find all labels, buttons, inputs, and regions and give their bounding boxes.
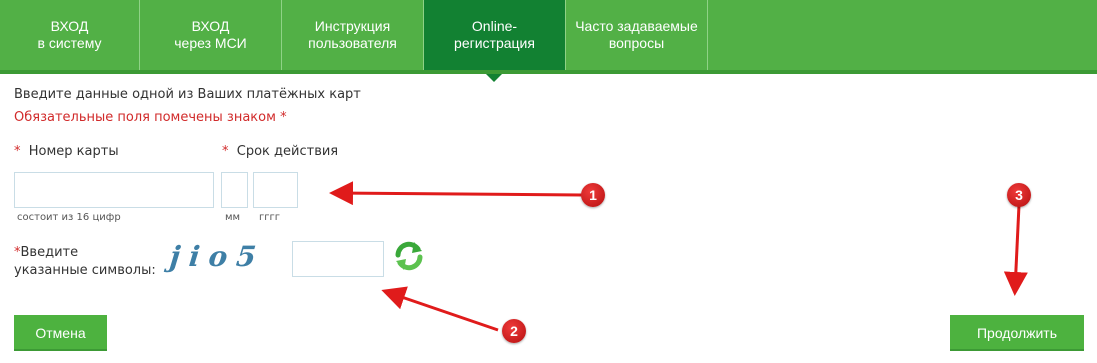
expiry-month-input[interactable] <box>221 172 248 208</box>
captcha-image: jio5 <box>168 240 267 273</box>
expiry-year-input[interactable] <box>253 172 298 208</box>
tab-login-msi-label: ВХОД через МСИ <box>174 18 247 51</box>
active-tab-pointer <box>486 74 502 82</box>
tab-user-guide[interactable]: Инструкция пользователя <box>282 0 424 70</box>
captcha-label-line1: Введите <box>20 245 79 260</box>
required-note-text: Обязательные поля помечены знаком <box>14 110 276 125</box>
arrow-3 <box>1003 204 1028 296</box>
arrow-2 <box>381 286 499 332</box>
expiry-label: * Срок действия <box>222 144 338 159</box>
refresh-icon[interactable] <box>392 239 426 273</box>
card-number-hint: состоит из 16 цифр <box>17 212 121 223</box>
card-number-label-text: Номер карты <box>28 144 119 159</box>
tab-login[interactable]: ВХОД в систему <box>0 0 140 70</box>
captcha-input[interactable] <box>292 241 384 277</box>
annotation-marker-1: 1 <box>581 183 605 207</box>
continue-button[interactable]: Продолжить <box>950 315 1084 351</box>
card-number-input[interactable] <box>14 172 214 208</box>
annotation-marker-2: 2 <box>502 319 526 343</box>
tab-online-registration[interactable]: Online- регистрация <box>424 0 566 70</box>
required-mark: * <box>280 110 287 125</box>
expiry-label-text: Срок действия <box>236 144 339 159</box>
tab-online-registration-label: Online- регистрация <box>454 18 535 51</box>
tab-faq-label: Часто задаваемые вопросы <box>575 18 698 51</box>
expiry-year-hint: гггг <box>259 212 281 223</box>
tab-user-guide-label: Инструкция пользователя <box>308 18 397 51</box>
required-fields-note: Обязательные поля помечены знаком * <box>14 110 287 125</box>
required-mark: * <box>222 144 229 159</box>
top-navigation: ВХОД в систему ВХОД через МСИ Инструкция… <box>0 0 1097 74</box>
required-mark: * <box>14 144 21 159</box>
captcha-label-line2: указанные символы: <box>14 263 156 278</box>
tab-faq[interactable]: Часто задаваемые вопросы <box>566 0 708 70</box>
captcha-label: *Введите указанные символы: <box>14 244 156 280</box>
expiry-month-hint: мм <box>225 212 241 223</box>
form-intro-text: Введите данные одной из Ваших платёжных … <box>14 87 361 102</box>
tab-login-label: ВХОД в систему <box>37 18 102 51</box>
tab-login-msi[interactable]: ВХОД через МСИ <box>140 0 282 70</box>
annotation-marker-3: 3 <box>1007 183 1031 207</box>
card-number-label: * Номер карты <box>14 144 119 159</box>
cancel-button[interactable]: Отмена <box>14 315 107 351</box>
arrow-1 <box>329 181 583 206</box>
